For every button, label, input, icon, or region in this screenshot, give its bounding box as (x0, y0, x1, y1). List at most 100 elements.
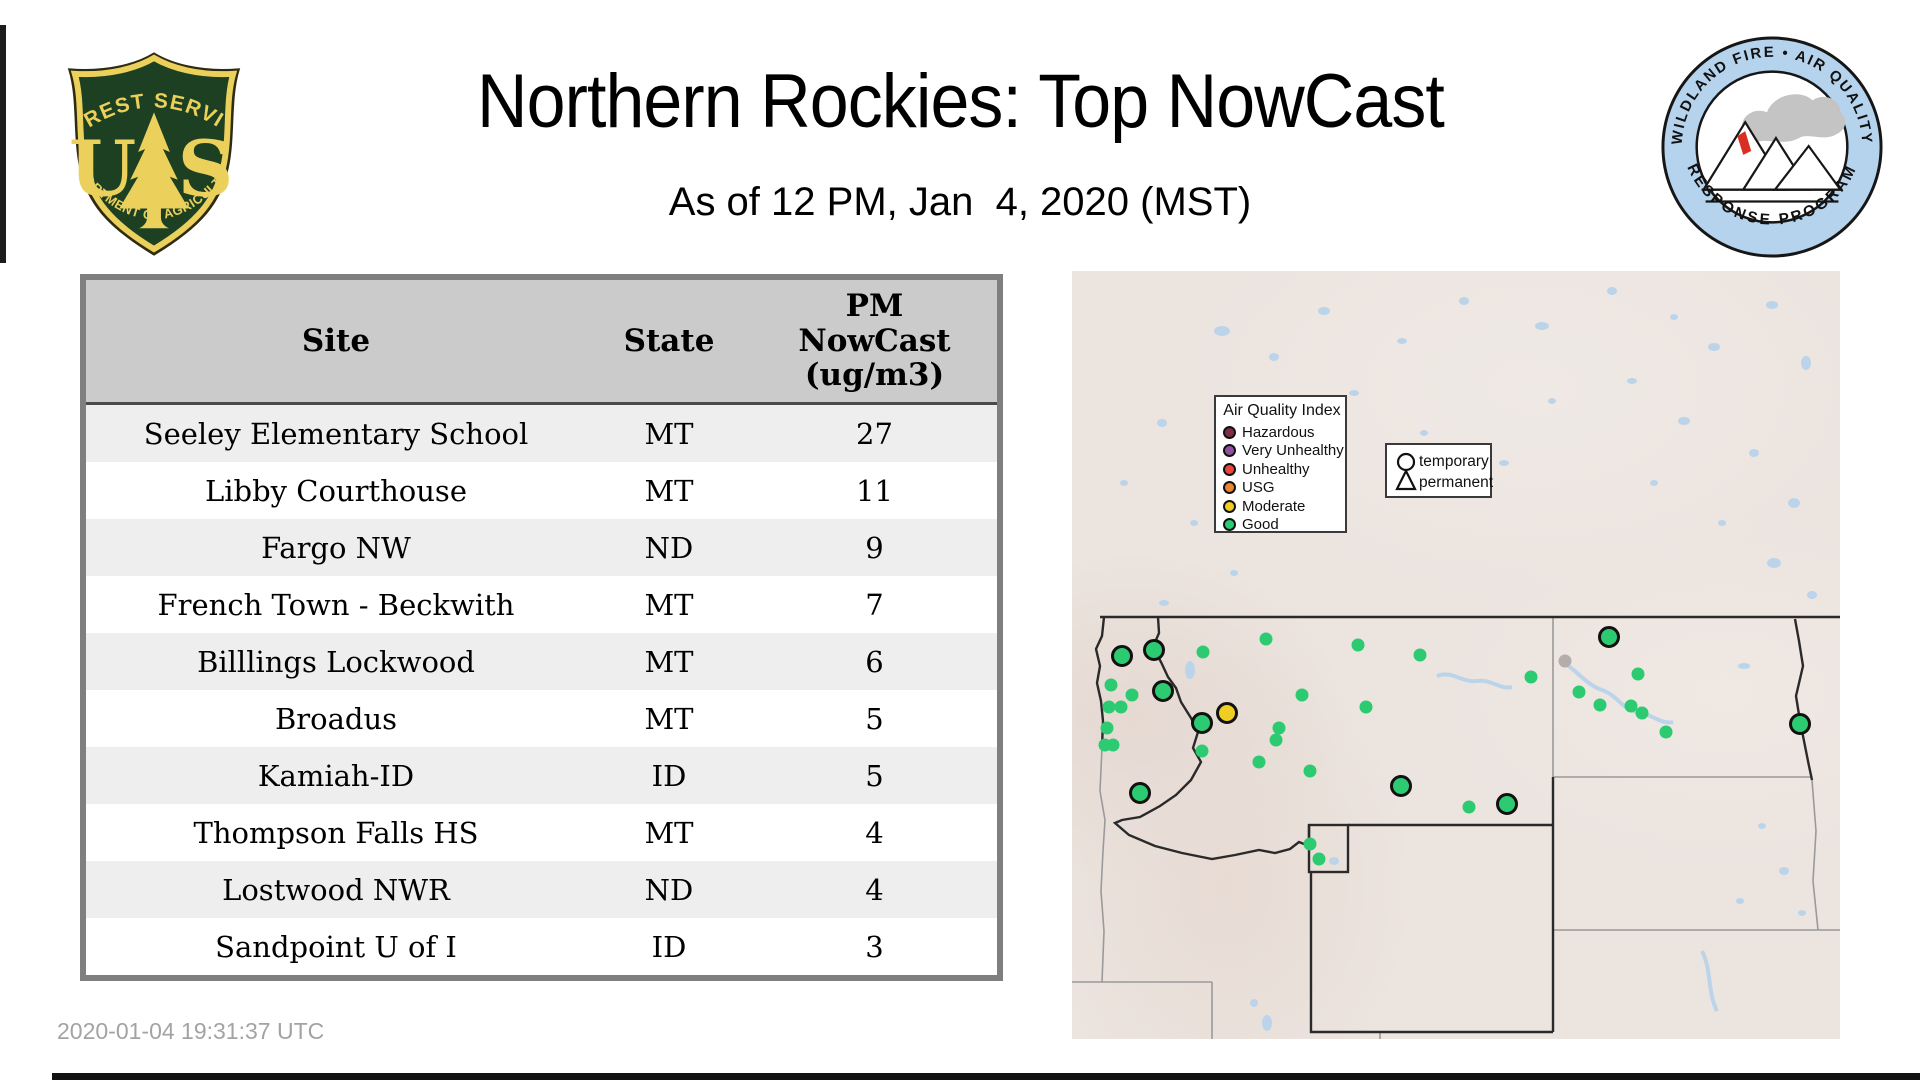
legend-item-label: Very Unhealthy (1242, 442, 1344, 459)
legend-item: Good (1223, 516, 1345, 535)
monitor-marker (1525, 671, 1538, 684)
monitor-marker (1216, 702, 1238, 724)
table-row: French Town - BeckwithMT7 (83, 576, 1000, 633)
cell-state: ID (586, 747, 752, 804)
cell-pm-nowcast: 4 (752, 861, 1000, 918)
table-row: Thompson Falls HSMT4 (83, 804, 1000, 861)
legend-item-label: Good (1242, 516, 1279, 533)
cell-pm-nowcast: 27 (752, 404, 1000, 463)
cell-pm-nowcast: 5 (752, 747, 1000, 804)
table-row: Sandpoint U of IID3 (83, 918, 1000, 978)
monitor-marker (1559, 655, 1572, 668)
cell-state: MT (586, 404, 752, 463)
air-quality-map: Air Quality Index HazardousVery Unhealth… (1072, 271, 1840, 1039)
monitor-marker (1360, 701, 1373, 714)
monitor-marker (1304, 838, 1317, 851)
pm-header-line2: NowCast (752, 324, 997, 359)
monitor-marker (1253, 756, 1266, 769)
cell-state: MT (586, 804, 752, 861)
state-borders-gray (1072, 617, 1840, 1039)
cell-pm-nowcast: 7 (752, 576, 1000, 633)
wfaqrp-logo: WILDLAND FIRE • AIR QUALITY RESPONSE PRO… (1658, 33, 1886, 261)
cell-site: French Town - Beckwith (83, 576, 586, 633)
page-title-text: Northern Rockies: Top NowCast (477, 58, 1444, 145)
aqi-legend-items: HazardousVery UnhealthyUnhealthyUSG Moder… (1223, 423, 1345, 534)
cell-state: ND (586, 519, 752, 576)
cell-pm-nowcast: 6 (752, 633, 1000, 690)
monitor-marker (1496, 793, 1518, 815)
monitor-marker (1152, 680, 1174, 702)
monitor-marker (1270, 734, 1283, 747)
table-row: BroadusMT5 (83, 690, 1000, 747)
monitor-marker (1107, 739, 1120, 752)
monitor-marker (1660, 726, 1673, 739)
table-row: Libby CourthouseMT11 (83, 462, 1000, 519)
cell-pm-nowcast: 9 (752, 519, 1000, 576)
legend-color-dot-icon (1223, 481, 1236, 494)
table-row: Seeley Elementary SchoolMT27 (83, 404, 1000, 463)
legend-item: Unhealthy (1223, 460, 1345, 479)
cell-pm-nowcast: 5 (752, 690, 1000, 747)
window-bottom-bar (52, 1073, 1920, 1080)
monitor-marker (1304, 765, 1317, 778)
key-label-permanent: permanent (1419, 474, 1493, 492)
aqi-legend: Air Quality Index HazardousVery Unhealth… (1214, 395, 1347, 533)
monitor-marker (1463, 801, 1476, 814)
legend-item-label: Hazardous (1242, 424, 1315, 441)
cell-site: Sandpoint U of I (83, 918, 586, 978)
cell-pm-nowcast: 4 (752, 804, 1000, 861)
monitor-marker (1573, 686, 1586, 699)
monitor-marker (1126, 689, 1139, 702)
monitor-type-icons (1391, 445, 1421, 500)
col-header-site: Site (83, 277, 586, 404)
monitor-marker (1636, 707, 1649, 720)
legend-item: Moderate (1223, 497, 1345, 516)
monitor-marker (1115, 701, 1128, 714)
cell-site: Kamiah-ID (83, 747, 586, 804)
monitor-type-key: temporary permanent (1385, 443, 1492, 498)
legend-item: Very Unhealthy (1223, 442, 1345, 461)
monitor-marker (1111, 645, 1133, 667)
table-row: Billlings LockwoodMT6 (83, 633, 1000, 690)
monitor-marker (1296, 689, 1309, 702)
wfaqrp-badge-icon: WILDLAND FIRE • AIR QUALITY RESPONSE PRO… (1658, 33, 1886, 261)
legend-color-dot-icon (1223, 500, 1236, 513)
permanent-triangle-icon (1397, 471, 1415, 489)
col-header-pm-nowcast: PM NowCast (ug/m3) (752, 277, 1000, 404)
col-header-state: State (586, 277, 752, 404)
monitor-marker (1260, 633, 1273, 646)
monitor-marker (1414, 649, 1427, 662)
pm-header-line3: (ug/m3) (752, 358, 997, 393)
nowcast-table-body: Seeley Elementary SchoolMT27Libby Courth… (83, 404, 1000, 979)
monitor-marker (1390, 775, 1412, 797)
legend-item-label: USG (1242, 479, 1275, 496)
page-subtitle: As of 12 PM, Jan 4, 2020 (MST) (0, 180, 1920, 225)
aqi-legend-title: Air Quality Index (1223, 402, 1341, 420)
monitor-marker (1598, 626, 1620, 648)
cell-site: Lostwood NWR (83, 861, 586, 918)
cell-site: Thompson Falls HS (83, 804, 586, 861)
generated-timestamp: 2020-01-04 19:31:37 UTC (57, 1018, 324, 1045)
monitor-marker (1594, 699, 1607, 712)
key-label-temporary: temporary (1419, 453, 1489, 471)
page-title: Northern Rockies: Top NowCast (0, 58, 1920, 145)
table-row: Lostwood NWRND4 (83, 861, 1000, 918)
rivers-layer (1437, 661, 1717, 1011)
legend-color-dot-icon (1223, 518, 1236, 531)
monitor-marker (1196, 745, 1209, 758)
table-row: Kamiah-IDID5 (83, 747, 1000, 804)
legend-item-label: Moderate (1242, 498, 1305, 515)
table-header-row: Site State PM NowCast (ug/m3) (83, 277, 1000, 404)
cell-state: MT (586, 462, 752, 519)
cell-site: Broadus (83, 690, 586, 747)
legend-item: Hazardous (1223, 423, 1345, 442)
cell-pm-nowcast: 11 (752, 462, 1000, 519)
monitor-marker (1129, 782, 1151, 804)
legend-item: USG (1223, 479, 1345, 498)
cell-state: MT (586, 576, 752, 633)
temporary-circle-icon (1398, 454, 1414, 470)
cell-site: Libby Courthouse (83, 462, 586, 519)
monitor-marker (1143, 639, 1165, 661)
legend-color-dot-icon (1223, 426, 1236, 439)
table-row: Fargo NWND9 (83, 519, 1000, 576)
